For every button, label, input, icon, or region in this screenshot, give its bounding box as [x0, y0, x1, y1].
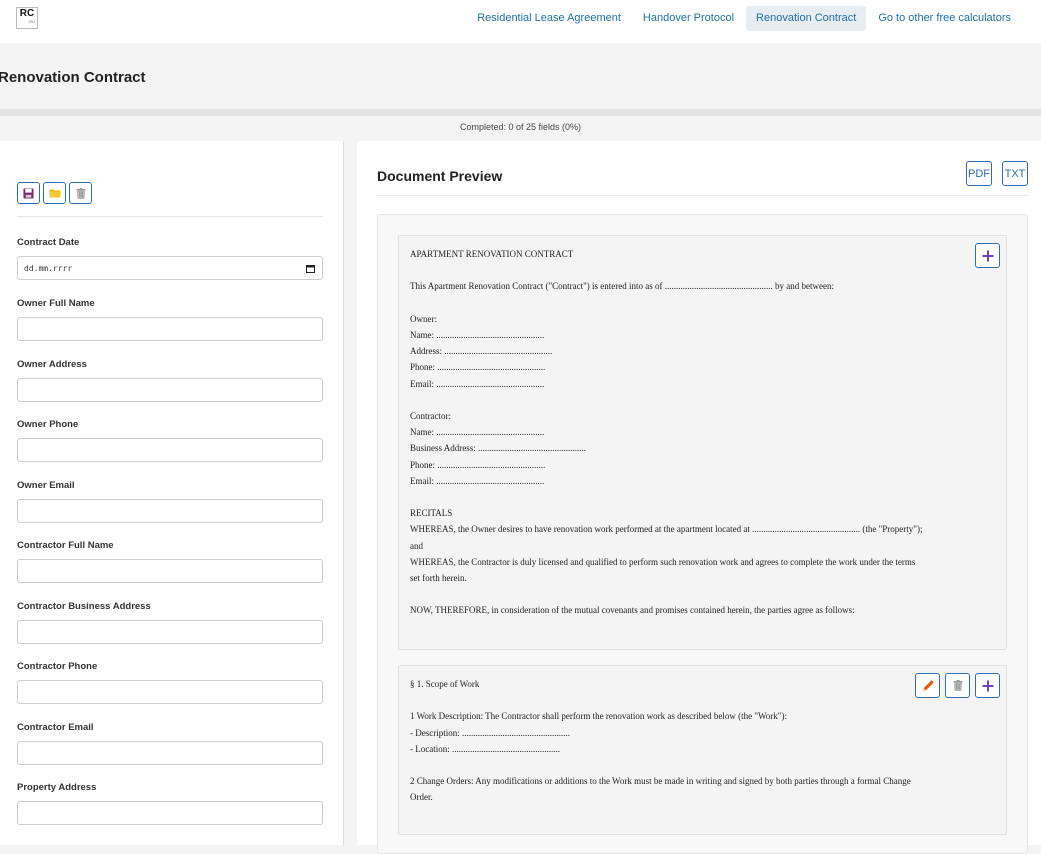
- section-actions: [975, 243, 1000, 268]
- open-button[interactable]: [43, 182, 66, 204]
- form-panel: Contract Date dd.mm.rrrr Owner Full Name…: [0, 141, 344, 845]
- field-label: Contractor Phone: [17, 661, 98, 672]
- export-pdf-button[interactable]: PDF: [966, 161, 992, 186]
- field-contractor-phone: Contractor Phone: [17, 661, 323, 704]
- logo-subtext: .RU: [28, 19, 35, 24]
- field-label: Owner Phone: [17, 419, 79, 430]
- field-label: Owner Address: [17, 359, 87, 370]
- field-label: Contractor Email: [17, 722, 94, 733]
- plus-icon: [982, 680, 993, 691]
- trash-icon: [76, 187, 85, 199]
- nav-handover-protocol[interactable]: Handover Protocol: [633, 6, 744, 31]
- plus-icon: [982, 250, 993, 261]
- export-txt-button[interactable]: TXT: [1002, 161, 1028, 186]
- progress-bar: [0, 109, 1041, 116]
- field-contractor-email: Contractor Email: [17, 722, 323, 765]
- edit-section-button[interactable]: [915, 673, 940, 698]
- field-label: Owner Email: [17, 480, 75, 491]
- add-section-button[interactable]: [975, 243, 1000, 268]
- field-owner-email: Owner Email: [17, 480, 323, 523]
- site-logo[interactable]: RC .RU: [16, 7, 38, 29]
- top-navbar: RC .RU Residential Lease Agreement Hando…: [0, 0, 1041, 43]
- field-label: Contractor Full Name: [17, 540, 114, 551]
- document-preview: APARTMENT RENOVATION CONTRACT This Apart…: [377, 214, 1028, 854]
- save-button[interactable]: [17, 182, 40, 204]
- form-divider: [17, 216, 323, 217]
- pencil-icon: [922, 679, 934, 691]
- contractor-full-name-input[interactable]: [17, 559, 323, 583]
- owner-full-name-input[interactable]: [17, 317, 323, 341]
- field-contract-date: Contract Date dd.mm.rrrr: [17, 237, 323, 280]
- nav-residential-lease[interactable]: Residential Lease Agreement: [467, 6, 631, 31]
- field-label: Property Address: [17, 782, 97, 793]
- floppy-disk-icon: [23, 187, 34, 199]
- field-contractor-business-address: Contractor Business Address: [17, 601, 323, 644]
- form-toolbar: [17, 182, 92, 204]
- field-owner-address: Owner Address: [17, 359, 323, 402]
- doc-section-preamble: APARTMENT RENOVATION CONTRACT This Apart…: [398, 235, 1007, 650]
- doc-section-scope-of-work: § 1. Scope of Work 1 Work Description: T…: [398, 665, 1007, 835]
- nav-renovation-contract[interactable]: Renovation Contract: [746, 6, 867, 31]
- section-text: APARTMENT RENOVATION CONTRACT This Apart…: [410, 249, 923, 616]
- calendar-icon[interactable]: [306, 265, 315, 273]
- nav-other-calculators[interactable]: Go to other free calculators: [868, 6, 1021, 31]
- section-actions: [915, 673, 1000, 698]
- contractor-email-input[interactable]: [17, 741, 323, 765]
- owner-phone-input[interactable]: [17, 438, 323, 462]
- progress-text: Completed: 0 of 25 fields (0%): [459, 122, 582, 132]
- property-address-input[interactable]: [17, 801, 323, 825]
- trash-icon: [953, 680, 962, 691]
- owner-email-input[interactable]: [17, 499, 323, 523]
- delete-section-button[interactable]: [945, 673, 970, 698]
- field-owner-phone: Owner Phone: [17, 419, 323, 462]
- page-title: Renovation Contract: [0, 69, 146, 86]
- owner-address-input[interactable]: [17, 378, 323, 402]
- field-owner-full-name: Owner Full Name: [17, 298, 323, 341]
- title-band: Renovation Contract: [0, 43, 1041, 109]
- add-section-button[interactable]: [975, 673, 1000, 698]
- preview-divider: [377, 195, 1028, 196]
- date-placeholder: dd.mm.rrrr: [24, 263, 73, 273]
- contract-date-input[interactable]: dd.mm.rrrr: [17, 256, 323, 280]
- main-nav: Residential Lease Agreement Handover Pro…: [465, 6, 1021, 31]
- preview-panel: Document Preview PDF TXT APARTMENT RENOV…: [357, 141, 1041, 854]
- contractor-phone-input[interactable]: [17, 680, 323, 704]
- field-label: Contractor Business Address: [17, 601, 151, 612]
- preview-title: Document Preview: [377, 168, 503, 184]
- clear-button[interactable]: [69, 182, 92, 204]
- contractor-business-address-input[interactable]: [17, 620, 323, 644]
- field-contractor-full-name: Contractor Full Name: [17, 540, 323, 583]
- field-property-address: Property Address: [17, 782, 323, 825]
- folder-icon: [49, 189, 60, 198]
- field-label: Owner Full Name: [17, 298, 95, 309]
- export-buttons: PDF TXT: [966, 161, 1028, 186]
- field-label: Contract Date: [17, 237, 80, 248]
- logo-text: RC: [19, 8, 35, 19]
